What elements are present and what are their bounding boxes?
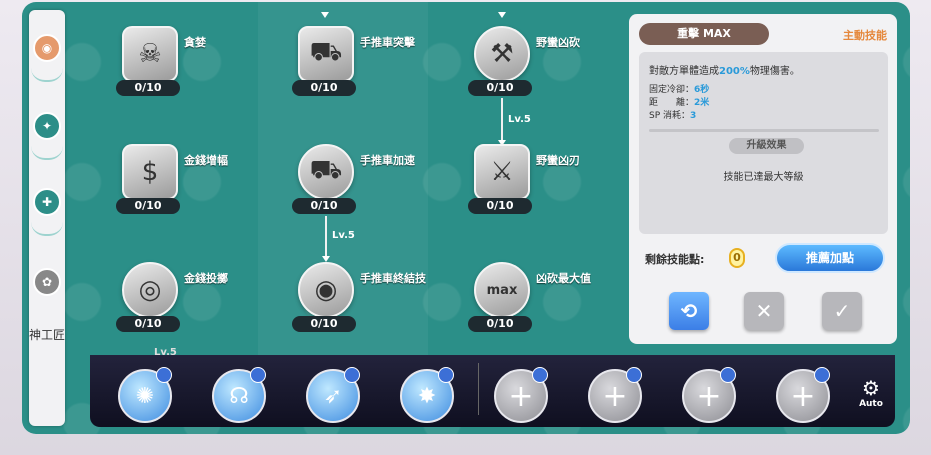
skill-description-box: 對敵方單體造成200%物理傷害。 固定冷卻：6秒 距 離：2米 SP 消耗：3 …	[639, 52, 888, 234]
stat-sp-cost: SP 消耗：3	[649, 111, 697, 121]
skill-name: 手推車加速	[360, 154, 415, 167]
axe-blade-icon: ⚔	[474, 144, 530, 200]
slot-badge-icon	[438, 367, 454, 383]
axe-chop-icon: ⚒	[474, 26, 530, 82]
axe-icon: ✦	[41, 119, 53, 133]
plus-icon: +	[696, 378, 722, 414]
slot-badge-icon	[814, 367, 830, 383]
skill-connector	[325, 216, 327, 260]
max-chop-icon: max	[474, 262, 530, 318]
job-name-label: 神工匠	[29, 328, 66, 342]
plus-icon: +	[508, 378, 534, 414]
sidebar-tab-job[interactable]: ✿	[33, 268, 61, 296]
skill-slot-7[interactable]: +	[682, 367, 736, 423]
slot-badge-icon	[532, 367, 548, 383]
check-icon: ✓	[833, 299, 851, 323]
remaining-points-label: 剩餘技能點:	[645, 253, 705, 266]
skill-node[interactable]: ⛟ 0/10 手推車突擊	[292, 26, 478, 116]
slot-badge-icon	[250, 367, 266, 383]
skill-level: 0/10	[292, 80, 356, 96]
auto-button[interactable]: ⚙ Auto	[855, 377, 887, 419]
skill-name: 貪婪	[184, 36, 206, 49]
divider	[649, 129, 879, 132]
skill-slot-8[interactable]: +	[776, 367, 830, 423]
stat-range: 距 離：2米	[649, 98, 710, 108]
skill-level: 0/10	[292, 316, 356, 332]
cart-spin-icon: ✺	[135, 383, 155, 409]
skill-node[interactable]: ◉ 0/10 手推車終結技	[292, 262, 478, 352]
skill-type: 主動技能	[843, 29, 887, 42]
refresh-icon: ⟲	[680, 299, 698, 323]
skill-slot-6[interactable]: +	[588, 367, 642, 423]
slot-badge-icon	[156, 367, 172, 383]
skill-level: 0/10	[468, 316, 532, 332]
level-requirement: Lv.5	[332, 230, 355, 241]
skill-level: 0/10	[468, 198, 532, 214]
skill-level: 0/10	[292, 198, 356, 214]
skill-name: 野蠻凶砍	[536, 36, 580, 49]
cart-speed-icon: ⛟	[298, 144, 354, 200]
impact-icon: ✸	[417, 383, 437, 409]
skill-title: 重擊 MAX	[639, 23, 769, 45]
gear-icon: ⚙	[862, 376, 880, 400]
run-icon: ➶	[323, 383, 343, 409]
stat-cooldown: 固定冷卻：6秒	[649, 85, 710, 95]
prereq-arrow	[321, 12, 329, 18]
skill-slot-4[interactable]: ✸	[400, 367, 454, 423]
skill-level: 0/10	[116, 80, 180, 96]
cart-icon: ◉	[41, 41, 53, 55]
skill-node[interactable]: ⚔ 0/10 野蠻凶刃	[468, 144, 654, 234]
skill-slot-5[interactable]: +	[494, 367, 548, 423]
upgrade-effect-label[interactable]: 升級效果	[729, 138, 804, 154]
coin-throw-icon: ◎	[122, 262, 178, 318]
skill-node[interactable]: ☠ 0/10 貪婪	[116, 26, 302, 116]
skill-bar: ✺ ☊ ➶ ✸ + + + + ⚙ Auto	[90, 355, 895, 427]
skill-slot-2[interactable]: ☊	[212, 367, 266, 423]
slot-badge-icon	[626, 367, 642, 383]
skill-name: 野蠻凶刃	[536, 154, 580, 167]
max-level-note: 技能已達最大等級	[723, 172, 804, 183]
skill-name: 金錢增幅	[184, 154, 228, 167]
skill-description: 對敵方單體造成200%物理傷害。	[649, 66, 800, 77]
job-sidebar: ◉ ✦ ✚ ✿ 神工匠	[29, 10, 65, 426]
recommend-button[interactable]: 推薦加點	[775, 243, 885, 273]
confirm-button[interactable]: ✓	[822, 292, 862, 330]
job-icon: ✿	[41, 275, 53, 289]
reset-button[interactable]: ⟲	[669, 292, 709, 330]
skill-detail-panel: 重擊 MAX 主動技能 對敵方單體造成200%物理傷害。 固定冷卻：6秒 距 離…	[629, 14, 897, 344]
skill-level: 0/10	[116, 316, 180, 332]
cancel-button[interactable]: ✕	[744, 292, 784, 330]
skill-name: 凶砍最大值	[536, 272, 591, 285]
skill-level: 0/10	[116, 198, 180, 214]
close-icon: ✕	[755, 299, 773, 323]
cart-charge-icon: ⛟	[298, 26, 354, 82]
skill-name: 手推車終結技	[360, 272, 426, 285]
slot-badge-icon	[720, 367, 736, 383]
level-requirement: Lv.5	[508, 114, 531, 125]
skill-level: 0/10	[468, 80, 532, 96]
skill-node[interactable]: $ 0/10 金錢增幅	[116, 144, 302, 234]
hammer-icon: ✚	[41, 195, 53, 209]
skill-node[interactable]: max 0/10 凶砍最大值	[468, 262, 654, 352]
prereq-arrow	[498, 12, 506, 18]
skill-node[interactable]: ◎ 0/10 金錢投擲	[116, 262, 302, 352]
slot-badge-icon	[344, 367, 360, 383]
skill-name: 金錢投擲	[184, 272, 228, 285]
skill-slot-3[interactable]: ➶	[306, 367, 360, 423]
skill-connector	[501, 98, 503, 144]
sidebar-tab-cart[interactable]: ◉	[33, 34, 61, 62]
money-bag-icon: $	[122, 144, 178, 200]
sidebar-tab-hammer[interactable]: ✚	[33, 188, 61, 216]
skill-slot-1[interactable]: ✺	[118, 367, 172, 423]
cart-finisher-icon: ◉	[298, 262, 354, 318]
remaining-points-value: 0	[729, 248, 745, 268]
plus-icon: +	[790, 378, 816, 414]
skill-name: 手推車突擊	[360, 36, 415, 49]
sidebar-tab-axe[interactable]: ✦	[33, 112, 61, 140]
skull-bag-icon: ☠	[122, 26, 178, 82]
shout-icon: ☊	[229, 383, 249, 409]
plus-icon: +	[602, 378, 628, 414]
auto-label: Auto	[859, 399, 883, 409]
